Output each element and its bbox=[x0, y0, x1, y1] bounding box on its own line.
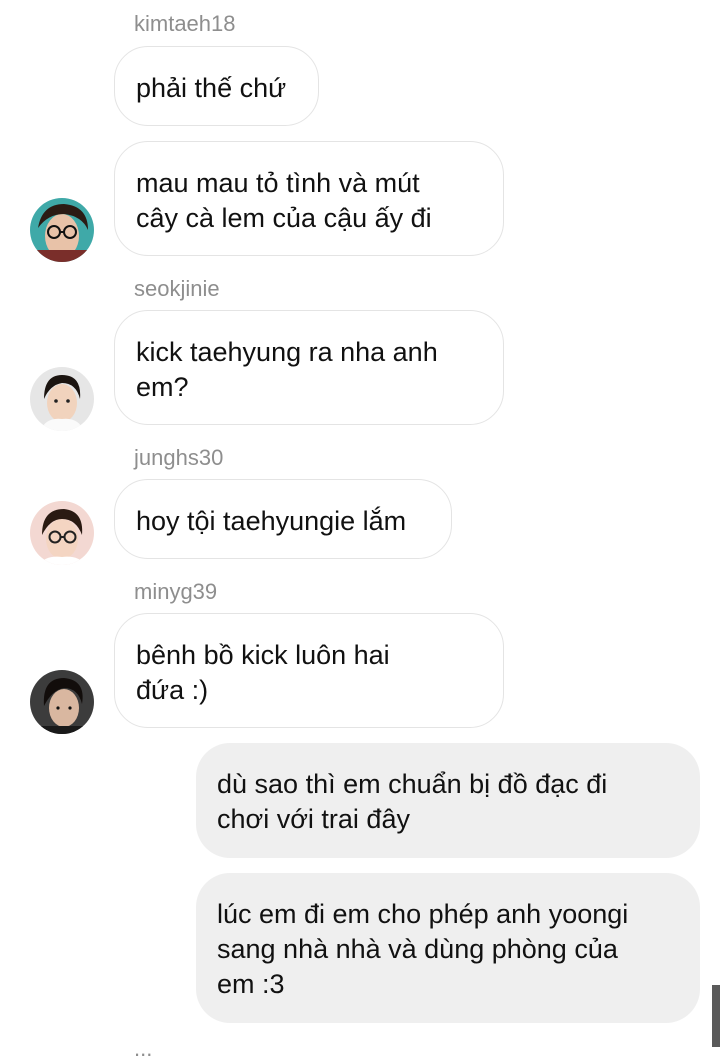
profile-photo-icon bbox=[30, 367, 94, 431]
sender-username: junghs30 bbox=[134, 445, 224, 470]
avatar-minyg39[interactable] bbox=[30, 670, 94, 734]
profile-photo-icon bbox=[30, 501, 94, 565]
profile-photo-icon bbox=[30, 198, 94, 262]
incoming-message-bubble[interactable]: bênh bồ kick luôn hai đứa :) bbox=[114, 613, 504, 728]
sender-username: kimtaeh18 bbox=[134, 11, 236, 36]
avatar-seokjinie[interactable] bbox=[30, 367, 94, 431]
outgoing-message-bubble[interactable]: dù sao thì em chuẩn bị đồ đạc đi chơi vớ… bbox=[196, 743, 700, 858]
sender-username: minyg39 bbox=[134, 579, 218, 604]
sender-username: seokjinie bbox=[134, 276, 220, 301]
incoming-message-bubble[interactable]: phải thế chứ bbox=[114, 46, 319, 126]
avatar-kimtaeh18[interactable] bbox=[30, 198, 94, 262]
sender-username-cut-off: ... bbox=[134, 1036, 153, 1061]
incoming-message-bubble[interactable]: mau mau tỏ tình và mút cây cà lem của cậ… bbox=[114, 141, 504, 256]
outgoing-message-bubble[interactable]: lúc em đi em cho phép anh yoongi sang nh… bbox=[196, 873, 700, 1023]
incoming-message-bubble[interactable]: kick taehyung ra nha anh em? bbox=[114, 310, 504, 425]
scrollbar-thumb[interactable] bbox=[712, 985, 720, 1047]
profile-photo-icon bbox=[30, 670, 94, 734]
avatar-junghs30[interactable] bbox=[30, 501, 94, 565]
incoming-message-bubble[interactable]: hoy tội taehyungie lắm bbox=[114, 479, 452, 559]
